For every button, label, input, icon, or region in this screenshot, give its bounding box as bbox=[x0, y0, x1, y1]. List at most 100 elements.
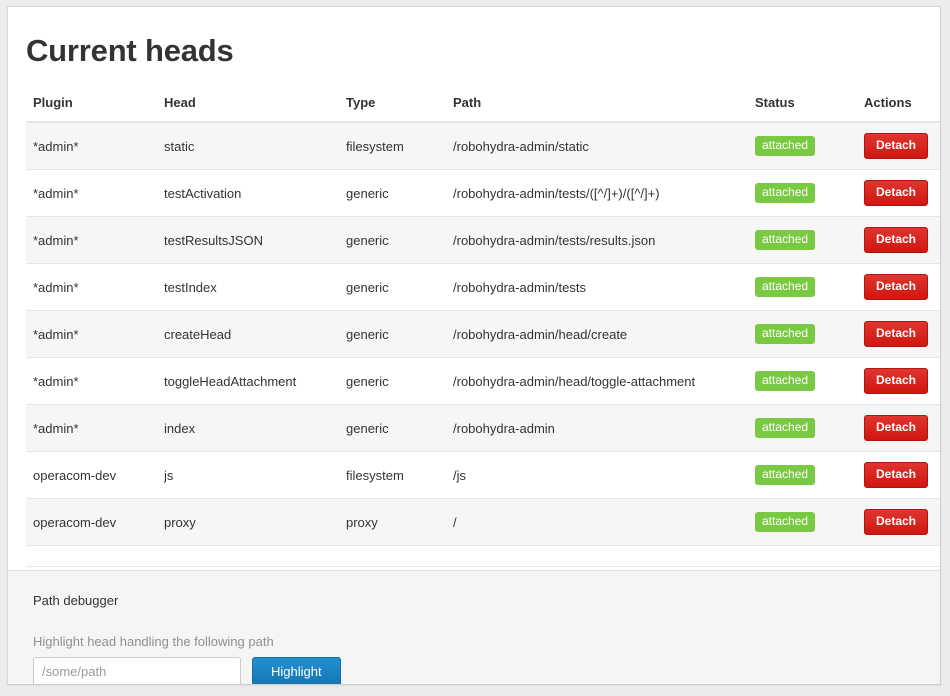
cell-path: /robohydra-admin/head/toggle-attachment bbox=[453, 358, 755, 405]
table-row: *admin*testResultsJSONgeneric/robohydra-… bbox=[26, 217, 941, 264]
cell-type: generic bbox=[346, 311, 453, 358]
table-row: operacom-devproxyproxy/attachedDetach bbox=[26, 499, 941, 546]
cell-head: index bbox=[164, 405, 346, 452]
table-row: *admin*testIndexgeneric/robohydra-admin/… bbox=[26, 264, 941, 311]
table-row: *admin*indexgeneric/robohydra-adminattac… bbox=[26, 405, 941, 452]
cell-plugin: *admin* bbox=[26, 122, 164, 170]
cell-plugin: *admin* bbox=[26, 170, 164, 217]
heads-table: Plugin Head Type Path Status Actions *ad… bbox=[26, 95, 941, 567]
cell-actions: Detach bbox=[864, 358, 941, 405]
table-row: *admin*createHeadgeneric/robohydra-admin… bbox=[26, 311, 941, 358]
cell-type: proxy bbox=[346, 499, 453, 546]
cell-status: attached bbox=[755, 499, 864, 546]
cell-head: createHead bbox=[164, 311, 346, 358]
path-input[interactable] bbox=[33, 657, 241, 685]
cell-actions: Detach bbox=[864, 217, 941, 264]
cell-type: generic bbox=[346, 170, 453, 217]
page-title: Current heads bbox=[8, 7, 940, 69]
detach-button[interactable]: Detach bbox=[864, 274, 928, 300]
detach-button[interactable]: Detach bbox=[864, 133, 928, 159]
status-badge: attached bbox=[755, 136, 815, 156]
cell-status: attached bbox=[755, 122, 864, 170]
cell-path: / bbox=[453, 499, 755, 546]
path-debugger-section: Path debugger Highlight head handling th… bbox=[8, 570, 940, 684]
cell-type: generic bbox=[346, 264, 453, 311]
table-row: *admin*staticfilesystem/robohydra-admin/… bbox=[26, 122, 941, 170]
cell-actions: Detach bbox=[864, 122, 941, 170]
cell-type: generic bbox=[346, 405, 453, 452]
table-row: operacom-devjsfilesystem/jsattached Detac… bbox=[26, 452, 941, 499]
path-debugger-field-label: Highlight head handling the following pa… bbox=[33, 634, 940, 650]
cell-actions: Detach bbox=[864, 499, 941, 546]
cell-status: attached bbox=[755, 264, 864, 311]
table-spacer-cell bbox=[26, 546, 941, 567]
cell-status: attached bbox=[755, 311, 864, 358]
detach-button[interactable]: Detach bbox=[864, 368, 928, 394]
cell-actions: Detach bbox=[864, 311, 941, 358]
cell-head: testResultsJSON bbox=[164, 217, 346, 264]
cell-plugin: operacom-dev bbox=[26, 452, 164, 499]
page-root: Current heads Plugin Head Type Path Stat… bbox=[0, 0, 950, 696]
cell-type: generic bbox=[346, 358, 453, 405]
status-badge: attached bbox=[755, 277, 815, 297]
path-debugger-title: Path debugger bbox=[33, 593, 940, 609]
table-header-row: Plugin Head Type Path Status Actions bbox=[26, 95, 941, 122]
cell-type: generic bbox=[346, 217, 453, 264]
table-row: *admin*toggleHeadAttachmentgeneric/roboh… bbox=[26, 358, 941, 405]
detach-button[interactable]: Detach bbox=[864, 321, 928, 347]
path-debugger-form: Highlight bbox=[33, 657, 940, 685]
cell-path: /robohydra-admin/static bbox=[453, 122, 755, 170]
cell-plugin: *admin* bbox=[26, 311, 164, 358]
heads-table-body: *admin*staticfilesystem/robohydra-admin/… bbox=[26, 122, 941, 567]
cell-status: attached bbox=[755, 452, 864, 499]
cell-plugin: *admin* bbox=[26, 217, 164, 264]
cell-path: /robohydra-admin bbox=[453, 405, 755, 452]
current-heads-panel: Current heads Plugin Head Type Path Stat… bbox=[7, 6, 941, 685]
cell-head: proxy bbox=[164, 499, 346, 546]
column-header-path: Path bbox=[453, 95, 755, 122]
cell-plugin: *admin* bbox=[26, 405, 164, 452]
detach-button[interactable]: Detach bbox=[864, 509, 928, 535]
cell-head: testIndex bbox=[164, 264, 346, 311]
status-badge: attached bbox=[755, 324, 815, 344]
cell-status: attached bbox=[755, 358, 864, 405]
cell-head: testActivation bbox=[164, 170, 346, 217]
status-badge: attached bbox=[755, 371, 815, 391]
cell-head: toggleHeadAttachment bbox=[164, 358, 346, 405]
detach-button[interactable]: Detach bbox=[864, 462, 928, 488]
column-header-head: Head bbox=[164, 95, 346, 122]
detach-button[interactable]: Detach bbox=[864, 180, 928, 206]
table-row: *admin*testActivationgeneric/robohydra-a… bbox=[26, 170, 941, 217]
cell-path: /robohydra-admin/tests bbox=[453, 264, 755, 311]
cell-status: attached bbox=[755, 170, 864, 217]
cell-actions: Detach bbox=[864, 452, 941, 499]
heads-table-head: Plugin Head Type Path Status Actions bbox=[26, 95, 941, 122]
cell-actions: Detach bbox=[864, 264, 941, 311]
column-header-actions: Actions bbox=[864, 95, 941, 122]
detach-button[interactable]: Detach bbox=[864, 415, 928, 441]
cell-head: js bbox=[164, 452, 346, 499]
highlight-button[interactable]: Highlight bbox=[252, 657, 341, 685]
status-badge: attached bbox=[755, 465, 815, 485]
cell-type: filesystem bbox=[346, 122, 453, 170]
cell-plugin: *admin* bbox=[26, 358, 164, 405]
cell-type: filesystem bbox=[346, 452, 453, 499]
cell-path: /js bbox=[453, 452, 755, 499]
cell-status: attached bbox=[755, 217, 864, 264]
column-header-status: Status bbox=[755, 95, 864, 122]
cell-head: static bbox=[164, 122, 346, 170]
column-header-type: Type bbox=[346, 95, 453, 122]
status-badge: attached bbox=[755, 418, 815, 438]
cell-path: /robohydra-admin/tests/results.json bbox=[453, 217, 755, 264]
status-badge: attached bbox=[755, 230, 815, 250]
column-header-plugin: Plugin bbox=[26, 95, 164, 122]
table-spacer-row bbox=[26, 546, 941, 567]
status-badge: attached bbox=[755, 183, 815, 203]
cell-actions: Detach bbox=[864, 170, 941, 217]
status-badge: attached bbox=[755, 512, 815, 532]
cell-status: attached bbox=[755, 405, 864, 452]
cell-plugin: operacom-dev bbox=[26, 499, 164, 546]
cell-path: /robohydra-admin/head/create bbox=[453, 311, 755, 358]
detach-button[interactable]: Detach bbox=[864, 227, 928, 253]
cell-plugin: *admin* bbox=[26, 264, 164, 311]
